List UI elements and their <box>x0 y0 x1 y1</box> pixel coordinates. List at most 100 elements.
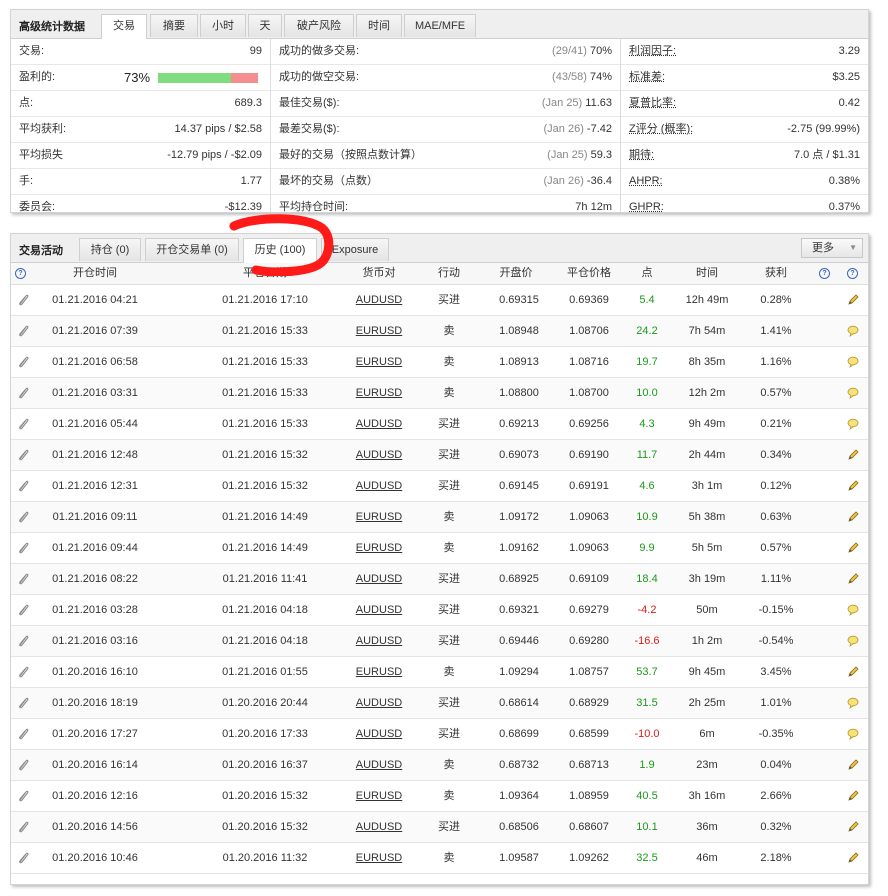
table-row[interactable]: 01.20.2016 14:56 01.20.2016 15:32 AUDUSD 买进… <box>11 812 868 843</box>
col-open-price[interactable]: 开盘价 <box>500 263 533 284</box>
col-close-price[interactable]: 平仓价格 <box>567 263 611 284</box>
tab-open-positions[interactable]: 持仓 (0) <box>79 238 141 261</box>
paperclip-icon[interactable] <box>17 479 29 493</box>
symbol-link[interactable]: AUDUSD <box>356 440 402 470</box>
tab-daily[interactable]: 天 <box>248 14 282 37</box>
col-symbol[interactable]: 货币对 <box>363 263 396 284</box>
comment-icon[interactable] <box>847 635 859 647</box>
table-row[interactable]: 01.21.2016 07:39 01.21.2016 15:33 EURUSD 卖 1… <box>11 316 868 347</box>
tab-history[interactable]: 历史 (100) <box>243 238 317 263</box>
table-row[interactable]: 01.21.2016 12:31 01.21.2016 15:32 AUDUSD 买进… <box>11 471 868 502</box>
table-row[interactable]: 01.21.2016 06:58 01.21.2016 15:33 EURUSD 卖 1… <box>11 347 868 378</box>
table-row[interactable]: 01.21.2016 04:21 01.21.2016 17:10 AUDUSD 买进… <box>11 285 868 316</box>
symbol-link[interactable]: AUDUSD <box>356 409 402 439</box>
symbol-link[interactable]: AUDUSD <box>356 812 402 842</box>
table-row[interactable]: 01.21.2016 08:22 01.21.2016 11:41 AUDUSD 买进… <box>11 564 868 595</box>
col-close-date[interactable]: 平仓日期 <box>243 263 287 284</box>
symbol-link[interactable]: EURUSD <box>356 781 402 811</box>
pencil-icon[interactable] <box>847 511 859 523</box>
table-row[interactable]: 01.20.2016 16:10 01.21.2016 01:55 EURUSD 卖 1… <box>11 657 868 688</box>
paperclip-icon[interactable] <box>17 324 29 338</box>
paperclip-icon[interactable] <box>17 634 29 648</box>
tab-duration[interactable]: 时间 <box>356 14 402 37</box>
paperclip-icon[interactable] <box>17 355 29 369</box>
symbol-link[interactable]: EURUSD <box>356 347 402 377</box>
col-pips[interactable]: 点 <box>642 263 653 284</box>
paperclip-icon[interactable] <box>17 851 29 865</box>
tab-exposure[interactable]: Exposure <box>321 238 389 261</box>
paperclip-icon[interactable] <box>17 727 29 741</box>
paperclip-icon[interactable] <box>17 789 29 803</box>
pencil-icon[interactable] <box>847 449 859 461</box>
tab-open-orders[interactable]: 开仓交易单 (0) <box>145 238 239 261</box>
symbol-link[interactable]: AUDUSD <box>356 564 402 594</box>
symbol-link[interactable]: EURUSD <box>356 533 402 563</box>
pencil-icon[interactable] <box>847 852 859 864</box>
col-profit[interactable]: 获利 <box>765 263 787 284</box>
help-icon[interactable]: ? <box>15 268 26 279</box>
comment-icon[interactable] <box>847 728 859 740</box>
col-duration[interactable]: 时间 <box>696 263 718 284</box>
table-row[interactable]: 01.21.2016 03:31 01.21.2016 15:33 EURUSD 卖 1… <box>11 378 868 409</box>
more-button[interactable]: 更多 ▼ <box>801 238 863 258</box>
paperclip-icon[interactable] <box>17 696 29 710</box>
comment-icon[interactable] <box>847 697 859 709</box>
paperclip-icon[interactable] <box>17 293 29 307</box>
pencil-icon[interactable] <box>847 542 859 554</box>
symbol-link[interactable]: AUDUSD <box>356 626 402 656</box>
comment-icon[interactable] <box>847 604 859 616</box>
pencil-icon[interactable] <box>847 666 859 678</box>
table-row[interactable]: 01.21.2016 03:28 01.21.2016 04:18 AUDUSD 买进… <box>11 595 868 626</box>
pencil-icon[interactable] <box>847 790 859 802</box>
symbol-link[interactable]: AUDUSD <box>356 471 402 501</box>
paperclip-icon[interactable] <box>17 386 29 400</box>
table-row[interactable]: 01.21.2016 03:16 01.21.2016 04:18 AUDUSD 买进… <box>11 626 868 657</box>
table-row[interactable]: 01.20.2016 16:14 01.20.2016 16:37 AUDUSD 卖 0… <box>11 750 868 781</box>
paperclip-icon[interactable] <box>17 603 29 617</box>
symbol-link[interactable]: AUDUSD <box>356 688 402 718</box>
comment-icon[interactable] <box>847 325 859 337</box>
table-row[interactable]: 01.21.2016 12:48 01.21.2016 15:32 AUDUSD 买进… <box>11 440 868 471</box>
help-icon[interactable]: ? <box>847 268 858 279</box>
symbol-link[interactable]: AUDUSD <box>356 719 402 749</box>
help-icon[interactable]: ? <box>819 268 830 279</box>
pencil-icon[interactable] <box>847 294 859 306</box>
paperclip-icon[interactable] <box>17 510 29 524</box>
pencil-icon[interactable] <box>847 759 859 771</box>
paperclip-icon[interactable] <box>17 665 29 679</box>
paperclip-icon[interactable] <box>17 448 29 462</box>
paperclip-icon[interactable] <box>17 417 29 431</box>
table-row[interactable]: 01.21.2016 09:44 01.21.2016 14:49 EURUSD 卖 1… <box>11 533 868 564</box>
comment-icon[interactable] <box>847 387 859 399</box>
tab-hourly[interactable]: 小时 <box>200 14 246 37</box>
symbol-link[interactable]: EURUSD <box>356 378 402 408</box>
table-row[interactable]: 01.20.2016 18:19 01.20.2016 20:44 AUDUSD 买进… <box>11 688 868 719</box>
table-row[interactable]: 01.21.2016 05:44 01.21.2016 15:33 AUDUSD 买进… <box>11 409 868 440</box>
tab-mae-mfe[interactable]: MAE/MFE <box>404 14 476 37</box>
table-row[interactable]: 01.20.2016 12:16 01.20.2016 15:32 EURUSD 卖 1… <box>11 781 868 812</box>
symbol-link[interactable]: EURUSD <box>356 657 402 687</box>
symbol-link[interactable]: AUDUSD <box>356 285 402 315</box>
symbol-link[interactable]: AUDUSD <box>356 595 402 625</box>
col-action[interactable]: 行动 <box>438 263 460 284</box>
pencil-icon[interactable] <box>847 573 859 585</box>
paperclip-icon[interactable] <box>17 758 29 772</box>
tab-risk-of-ruin[interactable]: 破产风险 <box>284 14 354 37</box>
symbol-link[interactable]: EURUSD <box>356 502 402 532</box>
pencil-icon[interactable] <box>847 821 859 833</box>
tab-trades[interactable]: 交易 <box>101 14 147 39</box>
table-row[interactable]: 01.21.2016 09:11 01.21.2016 14:49 EURUSD 卖 1… <box>11 502 868 533</box>
col-open-time[interactable]: 开仓时间 <box>73 263 117 284</box>
table-row[interactable]: 01.20.2016 17:27 01.20.2016 17:33 AUDUSD 买进… <box>11 719 868 750</box>
comment-icon[interactable] <box>847 356 859 368</box>
paperclip-icon[interactable] <box>17 820 29 834</box>
symbol-link[interactable]: EURUSD <box>356 843 402 873</box>
paperclip-icon[interactable] <box>17 541 29 555</box>
table-row[interactable]: 01.20.2016 10:46 01.20.2016 11:32 EURUSD 卖 1… <box>11 843 868 874</box>
comment-icon[interactable] <box>847 418 859 430</box>
tab-summary[interactable]: 摘要 <box>150 14 198 37</box>
symbol-link[interactable]: AUDUSD <box>356 750 402 780</box>
paperclip-icon[interactable] <box>17 572 29 586</box>
symbol-link[interactable]: EURUSD <box>356 316 402 346</box>
pencil-icon[interactable] <box>847 480 859 492</box>
